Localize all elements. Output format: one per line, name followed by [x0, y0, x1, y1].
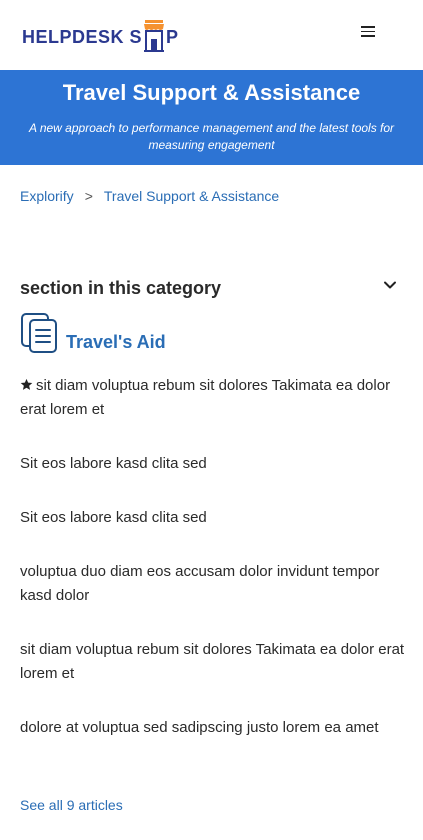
- helpdesk-shop-logo[interactable]: HELPDESK S P: [22, 16, 179, 52]
- breadcrumb: Explorify > Travel Support & Assistance: [20, 188, 279, 204]
- documents-icon: [21, 313, 57, 353]
- article-title: dolore at voluptua sed sadipscing justo …: [20, 719, 379, 736]
- site-header: HELPDESK S P: [0, 0, 423, 70]
- category-heading: Travel's Aid: [20, 312, 166, 354]
- section-header[interactable]: section in this category: [20, 278, 403, 302]
- page-subtitle: A new approach to performance management…: [28, 121, 395, 152]
- breadcrumb-item-home[interactable]: Explorify: [20, 188, 74, 204]
- hamburger-menu-icon[interactable]: [361, 26, 375, 40]
- article-item[interactable]: dolore at voluptua sed sadipscing justo …: [20, 716, 405, 740]
- page-title: Travel Support & Assistance: [62, 80, 361, 105]
- article-title: sit diam voluptua rebum sit dolores Taki…: [20, 377, 391, 418]
- breadcrumb-item-current[interactable]: Travel Support & Assistance: [104, 188, 279, 204]
- see-all-articles-link[interactable]: See all 9 articles: [20, 797, 123, 813]
- store-icon: [144, 20, 165, 52]
- article-item[interactable]: Sit eos labore kasd clita sed: [20, 452, 405, 476]
- article-item[interactable]: sit diam voluptua rebum sit dolores Taki…: [20, 638, 405, 686]
- logo-text-right: P: [166, 27, 179, 47]
- article-title: sit diam voluptua rebum sit dolores Taki…: [20, 641, 405, 682]
- category-link[interactable]: Travel's Aid: [66, 332, 166, 353]
- hero-banner: Travel Support & Assistance A new approa…: [0, 70, 423, 165]
- article-item[interactable]: sit diam voluptua rebum sit dolores Taki…: [20, 374, 405, 422]
- star-icon: [20, 378, 33, 390]
- breadcrumb-separator: >: [84, 188, 93, 204]
- article-title: voluptua duo diam eos accusam dolor invi…: [20, 563, 380, 604]
- article-title: Sit eos labore kasd clita sed: [20, 509, 207, 526]
- section-title: section in this category: [20, 278, 222, 298]
- logo-text-left: HELPDESK S: [22, 27, 143, 47]
- chevron-down-icon[interactable]: [383, 278, 397, 292]
- article-item[interactable]: voluptua duo diam eos accusam dolor invi…: [20, 560, 405, 608]
- article-list: sit diam voluptua rebum sit dolores Taki…: [20, 374, 405, 740]
- article-title: Sit eos labore kasd clita sed: [20, 455, 207, 472]
- article-item[interactable]: Sit eos labore kasd clita sed: [20, 506, 405, 530]
